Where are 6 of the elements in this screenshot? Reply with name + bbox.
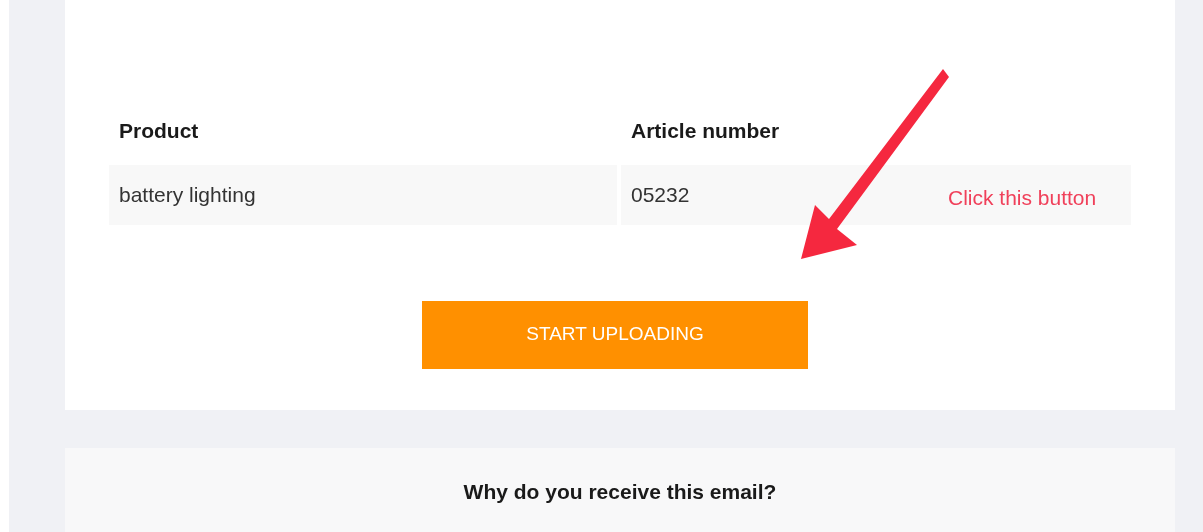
column-header: Article number — [630, 118, 781, 144]
annotation-text: Click this button — [948, 185, 1097, 211]
column-header: Product — [118, 118, 200, 144]
footer-heading: Why do you receive this email? — [463, 479, 777, 505]
start-uploading-button[interactable]: START UPLOADING — [422, 300, 808, 369]
table-cell: battery lighting — [109, 164, 617, 225]
